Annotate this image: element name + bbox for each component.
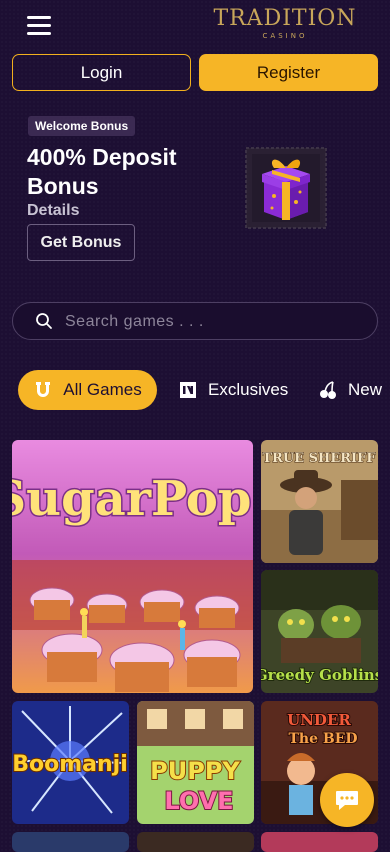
svg-text:TRUE SHERIFF: TRUE SHERIFF [262, 451, 376, 466]
svg-text:Greedy Goblins: Greedy Goblins [261, 666, 378, 684]
game-thumbnail: PUPPY LOVE [137, 701, 254, 824]
svg-text:Boomanji: Boomanji [12, 752, 128, 777]
gift-box-icon [244, 146, 328, 230]
tab-label: Exclusives [208, 380, 289, 399]
game-tile-partial[interactable] [12, 832, 129, 852]
game-tile-puppy-love[interactable]: PUPPY LOVE [137, 701, 254, 824]
game-thumbnail: TRUE SHERIFF [261, 440, 378, 563]
tab-new[interactable]: New [318, 370, 382, 410]
game-thumbnail: SugarPop! [12, 440, 253, 693]
tab-label: New [348, 380, 383, 399]
game-thumbnail: Greedy Goblins [261, 570, 378, 693]
menu-icon[interactable] [27, 15, 51, 35]
svg-text:PUPPY: PUPPY [150, 757, 240, 785]
category-tabs: All Games Exclusives New [0, 370, 390, 410]
game-tile-greedy-goblins[interactable]: Greedy Goblins [261, 570, 378, 693]
header: TRADITION CASINO [0, 0, 390, 52]
svg-text:LOVE: LOVE [164, 787, 233, 815]
welcome-bonus-badge: Welcome Bonus [28, 116, 136, 136]
game-tile-true-sheriff[interactable]: TRUE SHERIFF [261, 440, 378, 563]
register-button[interactable]: Register [199, 54, 378, 91]
logo-subtext: CASINO [262, 32, 308, 40]
tab-exclusives[interactable]: Exclusives [178, 370, 288, 410]
logo[interactable]: TRADITION CASINO [210, 6, 360, 46]
exclusive-icon [180, 382, 196, 398]
game-thumbnail: Boomanji [12, 701, 129, 824]
login-button[interactable]: Login [12, 54, 191, 91]
cherries-icon [320, 381, 336, 399]
game-tile-partial[interactable] [261, 832, 378, 852]
chat-button[interactable] [320, 773, 374, 827]
search-input[interactable] [63, 306, 367, 338]
tab-all-games[interactable]: All Games [18, 370, 157, 410]
svg-text:UNDER: UNDER [287, 711, 351, 729]
svg-text:The BED: The BED [288, 731, 357, 747]
horseshoe-icon [36, 382, 51, 397]
tab-label: All Games [63, 380, 142, 399]
svg-text:SugarPop!: SugarPop! [12, 471, 253, 527]
game-tile-boomanji[interactable]: Boomanji [12, 701, 129, 824]
promo-title: 400% Deposit Bonus [27, 144, 177, 199]
chat-icon [336, 791, 358, 810]
logo-text: TRADITION [213, 6, 357, 31]
game-tile-partial[interactable] [137, 832, 254, 852]
search-bar[interactable] [12, 302, 378, 340]
details-link[interactable]: Details [27, 202, 79, 220]
search-icon [36, 313, 52, 329]
game-tile-sugarpop[interactable]: SugarPop! [12, 440, 253, 693]
get-bonus-button[interactable]: Get Bonus [27, 224, 135, 261]
